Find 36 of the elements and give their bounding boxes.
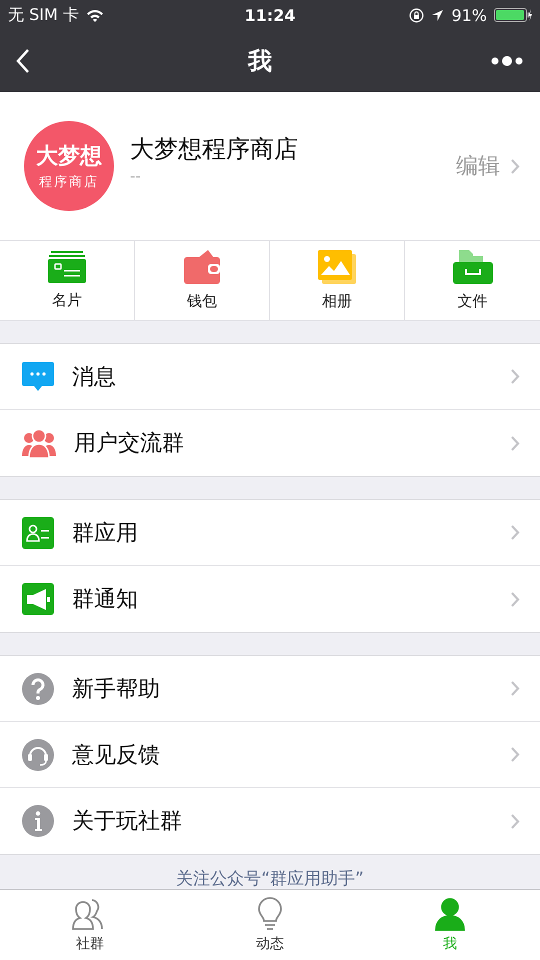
avatar-text: 大梦想: [36, 143, 102, 171]
page-title: 我: [248, 46, 272, 77]
chevron-icon: [510, 590, 520, 608]
group-icon: [22, 428, 56, 458]
info-icon: [22, 805, 54, 837]
wifi-icon: [86, 8, 104, 22]
chat-bubble-icon: [22, 362, 54, 392]
battery-percent-text: 91%: [451, 6, 487, 24]
location-arrow-icon: [431, 8, 444, 22]
drawer-icon: [452, 250, 492, 284]
avatar-text: 程序商店: [39, 174, 99, 191]
wallet-icon: [184, 250, 220, 284]
footer-note[interactable]: 关注公众号“群应用助手”: [176, 869, 364, 889]
help-icon: [22, 672, 54, 704]
rotation-lock-icon: [409, 8, 424, 22]
more-icon[interactable]: [490, 54, 524, 68]
profile-name: 大梦想程序商店: [130, 134, 299, 165]
carrier-text: 无 SIM 卡: [8, 4, 79, 26]
chevron-icon: [510, 680, 520, 697]
card-icon: [48, 251, 86, 283]
clock-text: 11:24: [244, 6, 296, 24]
chevron-icon: [510, 746, 520, 763]
chevron-icon: [510, 524, 520, 541]
megaphone-icon: [22, 583, 54, 615]
headset-icon: [22, 738, 54, 770]
contact-card-icon: [22, 516, 54, 548]
chevron-icon: [510, 434, 520, 452]
chevron-icon: [510, 368, 520, 385]
chevron-icon: [510, 158, 520, 174]
chevron-icon: [510, 812, 520, 830]
person-icon: [434, 897, 466, 931]
photo-icon: [318, 250, 356, 284]
battery-icon: [494, 8, 532, 22]
lightbulb-icon: [255, 897, 285, 931]
back-icon[interactable]: [16, 48, 30, 74]
profile-subtitle: --: [130, 167, 142, 185]
